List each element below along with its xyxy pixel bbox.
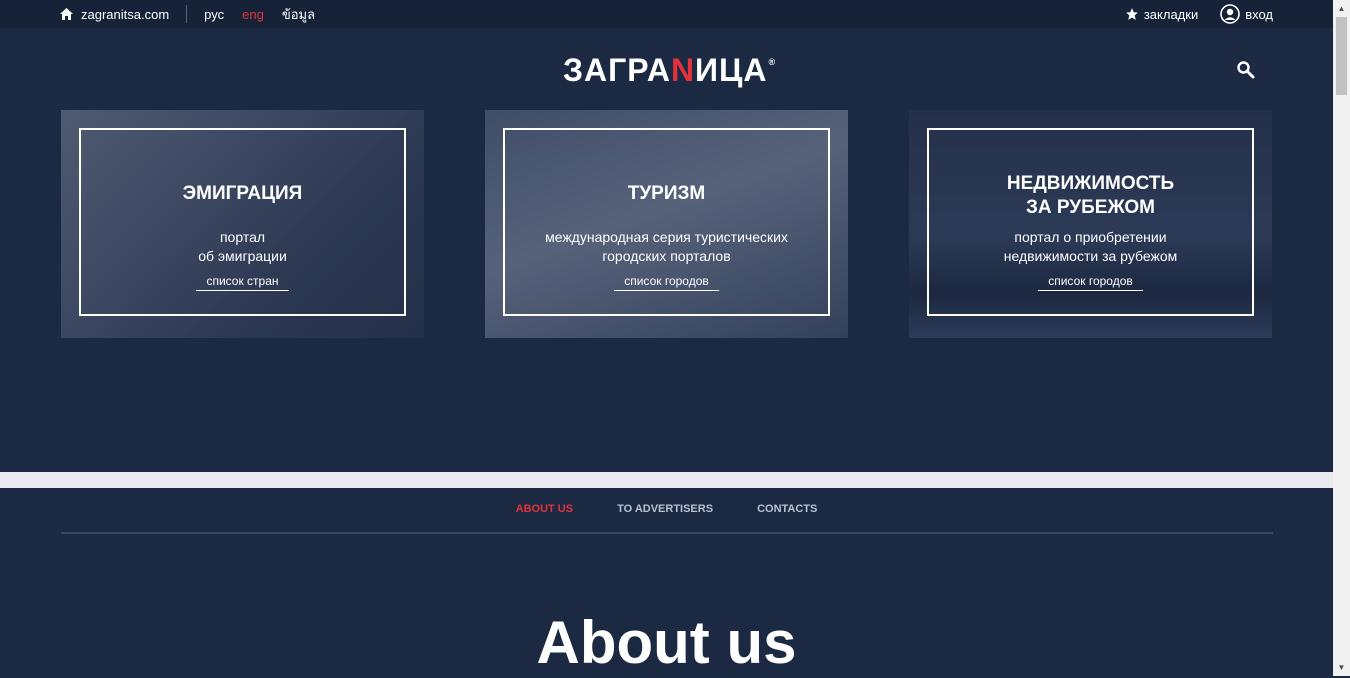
scroll-down-arrow-icon[interactable]: ▼ [1333,659,1350,676]
scrollbar-thumb[interactable] [1336,17,1347,95]
card-title: НЕДВИЖИМОСТЬ [1006,173,1175,194]
card-desc-line2: об эмиграции [198,248,287,264]
user-icon [1220,4,1241,24]
bookmarks-label: закладки [1143,6,1199,22]
page-heading: About us [536,609,797,676]
nav-about-us[interactable]: ABOUT US [516,503,573,515]
bookmarks-link[interactable]: закладки [1125,7,1198,22]
lang-th[interactable]: ข้อมูล [282,4,315,25]
home-link[interactable]: zagranitsa.com [60,7,169,22]
nav-contacts[interactable]: CONTACTS [757,503,817,515]
card-desc-line2: недвижимости за рубежом [1003,248,1178,264]
site-name: zagranitsa.com [81,6,170,22]
card-emigration[interactable]: ЭМИГРАЦИЯ портал об эмиграции список стр… [61,110,424,338]
nav-to-advertisers[interactable]: TO ADVERTISERS [617,503,713,515]
footer-section: ABOUT US TO ADVERTISERS CONTACTS About u… [0,488,1333,676]
star-icon [1125,8,1138,20]
card-link[interactable]: список стран [196,274,289,291]
card-title-line2: ЗА РУБЕЖОМ [1025,197,1155,218]
top-bar: zagranitsa.com рус eng ข้อมูล закладки в… [0,0,1333,28]
card-desc-line1: международная серия туристических [545,229,788,245]
card-title: ТУРИЗМ [627,183,706,204]
login-link[interactable]: вход [1220,4,1273,24]
card-tourism[interactable]: ТУРИЗМ международная серия туристических… [485,110,848,338]
section-divider [0,472,1333,488]
card-desc-line1: портал о приобретении [1014,229,1167,245]
site-logo[interactable]: ЗАГРАNИЦА® [563,54,776,94]
footer-nav-underline [61,532,1273,534]
card-desc-line1: портал [219,229,266,245]
search-button[interactable] [1236,60,1256,85]
scrollbar[interactable]: ▲ ▼ [1333,0,1350,676]
login-label: вход [1245,6,1273,22]
card-desc-line2: городских порталов [602,248,731,264]
lang-ru[interactable]: рус [204,7,224,22]
divider [186,5,188,23]
card-link[interactable]: список городов [1038,274,1143,291]
lang-en[interactable]: eng [242,7,264,22]
card-link[interactable]: список городов [614,274,719,291]
scroll-up-arrow-icon[interactable]: ▲ [1333,0,1350,17]
search-icon [1237,61,1255,79]
home-icon [60,8,73,20]
card-title: ЭМИГРАЦИЯ [182,183,303,204]
footer-nav: ABOUT US TO ADVERTISERS CONTACTS [0,503,1333,515]
card-real-estate[interactable]: НЕДВИЖИМОСТЬ ЗА РУБЕЖОМ портал о приобре… [909,110,1272,338]
